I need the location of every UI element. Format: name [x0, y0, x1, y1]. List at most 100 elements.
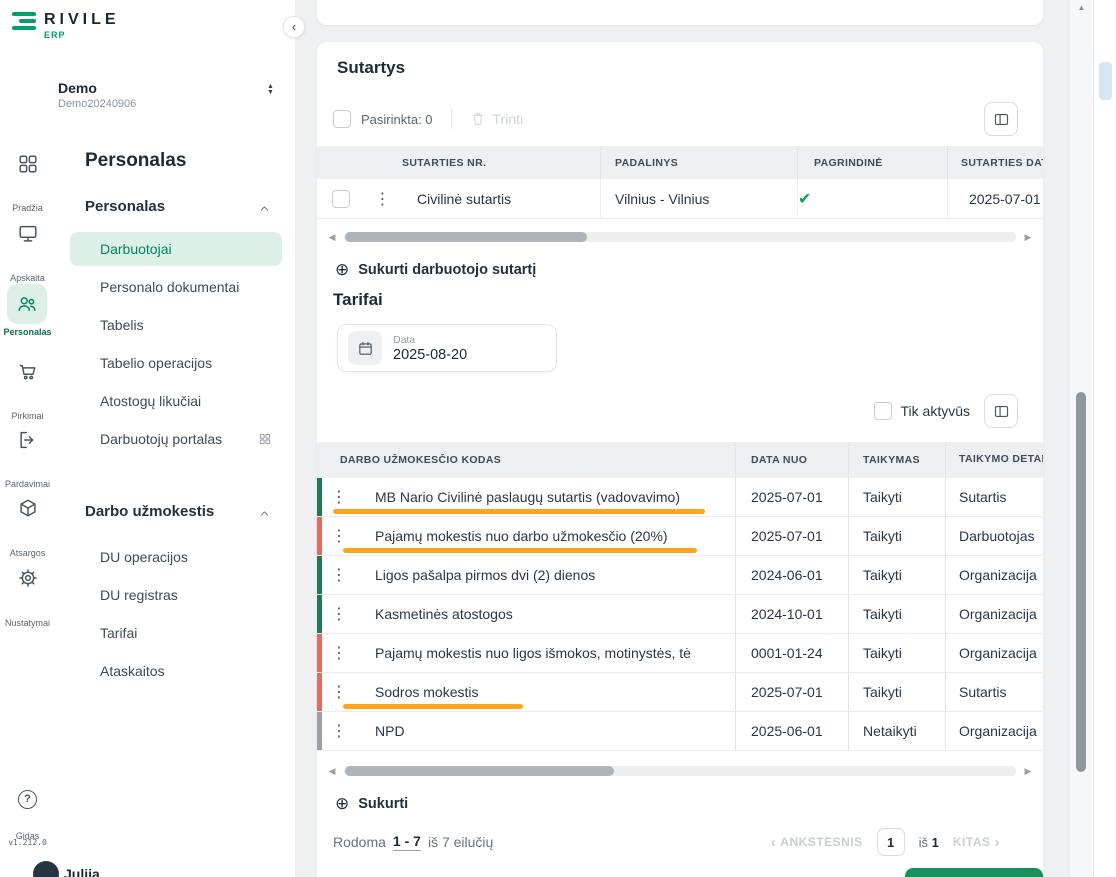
- primary-action-button[interactable]: [905, 868, 1043, 877]
- cell-taikymas: Taikyti: [848, 595, 945, 633]
- table-row[interactable]: ⋮ Sodros mokestis 2025-07-01 Taikyti Sut…: [317, 673, 1043, 712]
- table-row[interactable]: ⋮ Kasmetinės atostogos 2024-10-01 Taikyt…: [317, 595, 1043, 634]
- rail-item-atsargos[interactable]: Atsargos: [0, 497, 55, 545]
- current-page-box[interactable]: 1: [877, 828, 905, 856]
- row-menu-icon[interactable]: ⋮: [331, 634, 347, 673]
- select-all-checkbox[interactable]: [333, 110, 351, 128]
- plus-circle-icon: ⊕: [335, 795, 349, 812]
- scrollbar-track[interactable]: [344, 232, 1016, 242]
- chevron-up-icon[interactable]: [258, 202, 271, 215]
- cell-taikymas: Taikyti: [848, 478, 945, 516]
- column-header[interactable]: DATA NUO: [735, 442, 848, 478]
- of-label: iš: [919, 835, 928, 850]
- scrollbar-thumb[interactable]: [345, 766, 614, 776]
- table-row[interactable]: ⋮ MB Nario Civilinė paslaugų sutartis (v…: [317, 478, 1043, 517]
- rail-item-nustatymai[interactable]: Nustatymai: [0, 567, 55, 615]
- exit-door-icon: [17, 429, 39, 451]
- column-header[interactable]: SUTARTIES DATA: [947, 146, 1043, 179]
- cell-taikymas: Taikyti: [848, 517, 945, 555]
- scroll-up-icon[interactable]: ▲: [1070, 3, 1093, 12]
- column-settings-button[interactable]: [984, 394, 1018, 428]
- row-menu-icon[interactable]: ⋮: [365, 189, 400, 209]
- rail-label: Pirkimai: [0, 411, 55, 421]
- scrollbar-track[interactable]: [344, 766, 1016, 776]
- browser-scrollbar[interactable]: [1093, 0, 1116, 877]
- only-active-checkbox[interactable]: [874, 402, 892, 420]
- date-field[interactable]: Data 2025-08-20: [337, 324, 557, 372]
- row-menu-icon[interactable]: ⋮: [331, 595, 347, 634]
- sidebar-item-tabelio-operacijos[interactable]: Tabelio operacijos: [70, 346, 282, 380]
- showing-label: Rodoma: [333, 834, 386, 850]
- rivile-logo-icon: [12, 12, 36, 33]
- rail-item-gidas[interactable]: ? Gidas: [0, 789, 55, 833]
- table-row[interactable]: ⋮ Ligos pašalpa pirmos dvi (2) dienos 20…: [317, 556, 1043, 595]
- rail-item-apskaita[interactable]: Apskaita: [0, 223, 55, 271]
- previous-page-button[interactable]: ‹ ANKSTESNIS: [771, 835, 863, 850]
- sidebar-item-du-registras[interactable]: DU registras: [70, 578, 282, 612]
- sidebar-item-tarifai[interactable]: Tarifai: [70, 616, 282, 650]
- cell-detalumas: Organizacija: [945, 556, 1043, 594]
- company-switch-icon[interactable]: ▲▼: [267, 84, 274, 96]
- column-header[interactable]: TAIKYMO DETALUMAS: [945, 442, 1043, 478]
- cell-kodas: Pajamų mokestis nuo ligos išmokos, motin…: [317, 645, 735, 661]
- sidebar-item-ataskaitos[interactable]: Ataskaitos: [70, 654, 282, 688]
- column-header[interactable]: DARBO UŽMOKESČIO KODAS: [317, 454, 735, 466]
- calendar-icon: [357, 340, 374, 357]
- user-name: Julija: [64, 866, 100, 877]
- section-personalas[interactable]: Personalas: [85, 198, 165, 215]
- total-pages: 1: [932, 835, 939, 850]
- rail-item-pardavimai[interactable]: Pardavimai: [0, 429, 55, 477]
- rail-label: Pradžia: [0, 203, 55, 213]
- row-accent-red: [317, 634, 322, 672]
- delete-button[interactable]: Trinti: [470, 111, 524, 127]
- scroll-left-icon[interactable]: ◀: [325, 765, 339, 777]
- sutartys-table-header: SUTARTIES NR. PADALINYS PAGRINDINĖ SUTAR…: [317, 146, 1043, 179]
- row-menu-icon[interactable]: ⋮: [331, 712, 347, 751]
- sidebar-collapse-button[interactable]: ‹: [283, 16, 305, 38]
- chevron-up-icon[interactable]: [258, 507, 271, 520]
- row-accent-green: [317, 595, 322, 633]
- sidebar-item-darbuotoju-portalas[interactable]: Darbuotojų portalas: [70, 422, 282, 456]
- cell-padalinys: Vilnius - Vilnius: [600, 179, 797, 218]
- column-header[interactable]: SUTARTIES NR.: [400, 157, 600, 169]
- only-active-toggle[interactable]: Tik aktyvūs: [874, 402, 971, 420]
- orange-highlight: [343, 548, 697, 553]
- cell-data-nuo: 2025-07-01: [735, 517, 848, 555]
- rail-item-pirkimai[interactable]: Pirkimai: [0, 361, 55, 409]
- table-row[interactable]: ⋮ Pajamų mokestis nuo ligos išmokos, mot…: [317, 634, 1043, 673]
- scrollbar-thumb[interactable]: [1076, 392, 1086, 772]
- sidebar-item-darbuotojai[interactable]: Darbuotojai: [70, 232, 282, 266]
- scroll-right-icon[interactable]: ▶: [1021, 765, 1035, 777]
- section-darbo-uzmokestis[interactable]: Darbo užmokestis: [85, 503, 214, 520]
- cell-kodas: Pajamų mokestis nuo darbo užmokesčio (20…: [317, 528, 735, 544]
- row-checkbox[interactable]: [332, 190, 350, 208]
- column-header[interactable]: PAGRINDINĖ: [797, 146, 947, 179]
- sidebar-item-tabelis[interactable]: Tabelis: [70, 308, 282, 342]
- row-accent-red: [317, 517, 322, 555]
- table-row[interactable]: ⋮ Civilinė sutartis Vilnius - Vilnius ✔ …: [317, 179, 1043, 219]
- company-name: Demo: [58, 80, 97, 96]
- scroll-right-icon[interactable]: ▶: [1021, 231, 1035, 243]
- next-page-button[interactable]: KITAS ›: [953, 835, 1000, 850]
- sidebar-item-personalo-dokumentai[interactable]: Personalo dokumentai: [70, 270, 282, 304]
- page-scrollbar[interactable]: ▲: [1070, 0, 1093, 877]
- tarifai-controls: Tik aktyvūs: [317, 394, 1043, 428]
- row-menu-icon[interactable]: ⋮: [331, 556, 347, 595]
- dashboard-grid-icon: [17, 153, 39, 175]
- sidebar-item-atostogu-likuciai[interactable]: Atostogų likučiai: [70, 384, 282, 418]
- sidebar-item-du-operacijos[interactable]: DU operacijos: [70, 540, 282, 574]
- rail-item-pradzia[interactable]: Pradžia: [0, 153, 55, 201]
- table-row[interactable]: ⋮ NPD 2025-06-01 Netaikyti Organizacija: [317, 712, 1043, 751]
- column-header[interactable]: TAIKYMAS: [848, 442, 945, 478]
- table-row[interactable]: ⋮ Pajamų mokestis nuo darbo užmokesčio (…: [317, 517, 1043, 556]
- rows-range-dropdown[interactable]: 1 - 7: [393, 833, 421, 851]
- scrollbar-thumb[interactable]: [345, 232, 587, 242]
- columns-icon: [993, 111, 1010, 128]
- create-tariff-button[interactable]: ⊕ Sukurti: [335, 795, 408, 812]
- cell-detalumas: Darbuotojas: [945, 517, 1043, 555]
- column-settings-button[interactable]: [984, 102, 1018, 136]
- column-header[interactable]: PADALINYS: [600, 146, 797, 179]
- create-contract-button[interactable]: ⊕ Sukurti darbuotojo sutartį: [335, 261, 536, 278]
- browser-scrollbar-thumb[interactable]: [1099, 62, 1112, 100]
- scroll-left-icon[interactable]: ◀: [325, 231, 339, 243]
